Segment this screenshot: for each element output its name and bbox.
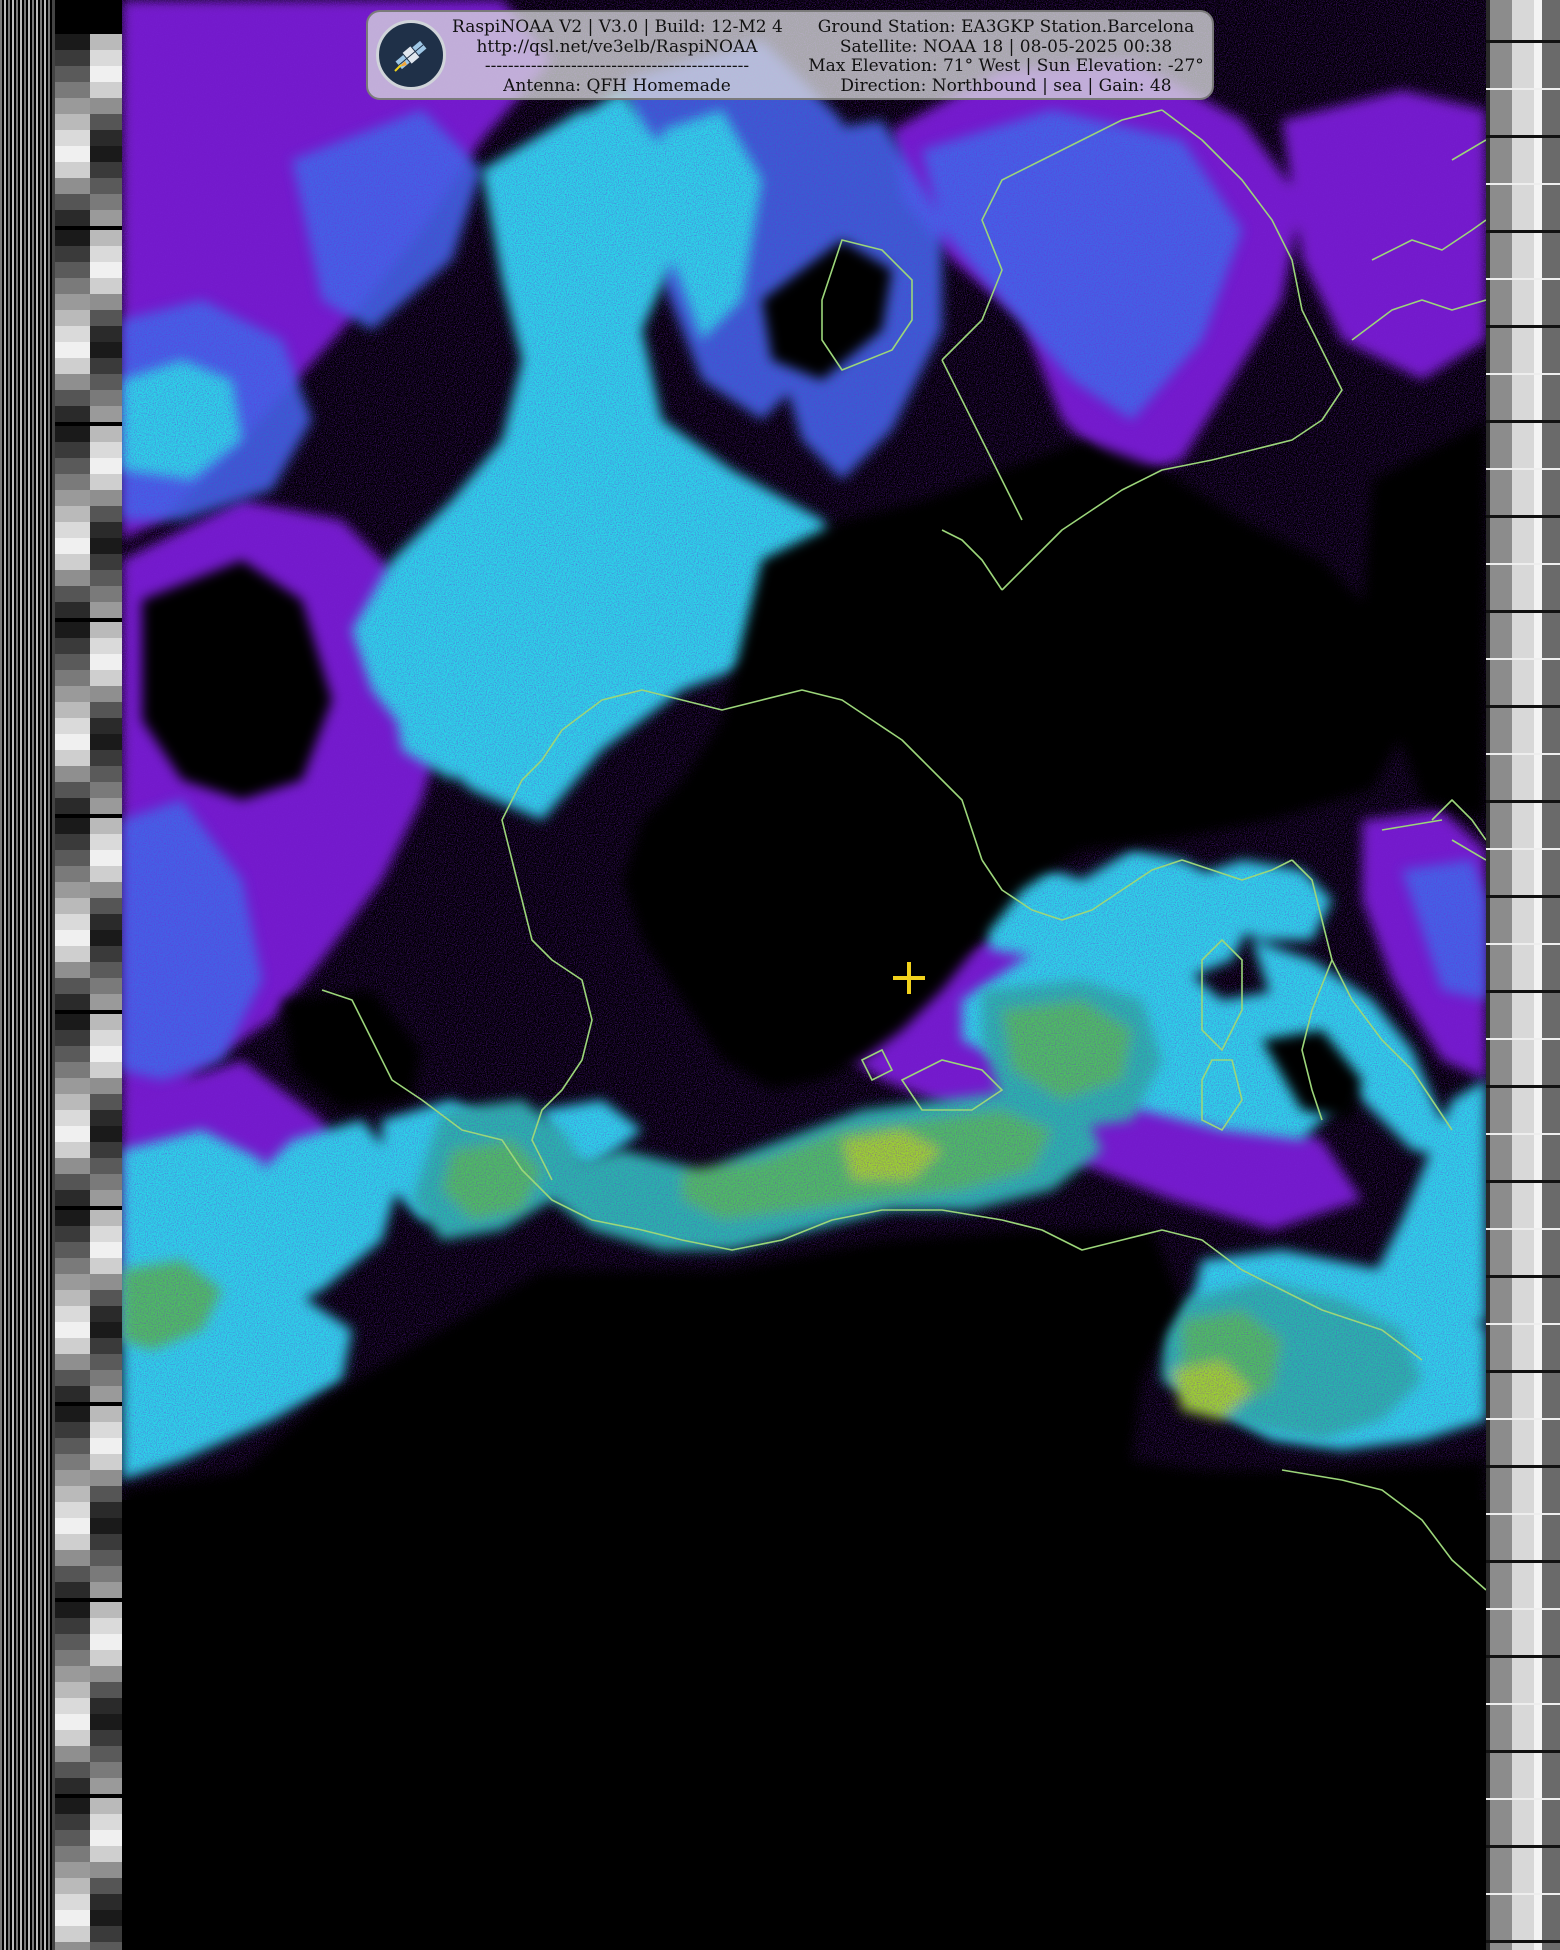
direction-gain: Direction: Northbound | sea | Gain: 48: [840, 75, 1172, 96]
elevation-info: Max Elevation: 71° West | Sun Elevation:…: [808, 56, 1204, 76]
software-info: RaspiNOAA V2 | V3.0 | Build: 12-M2 4 htt…: [452, 17, 783, 96]
telemetry-strip-left: [0, 0, 122, 1950]
antenna-info: Antenna: QFH Homemade: [503, 75, 731, 96]
station-marker: [893, 962, 925, 994]
software-version: RaspiNOAA V2 | V3.0 | Build: 12-M2 4: [452, 17, 783, 37]
project-url: http://qsl.net/ve3elb/RaspiNOAA: [476, 36, 758, 57]
telemetry-strip-right: [1486, 0, 1560, 1950]
pass-info: Ground Station: EA3GKP Station.Barcelona…: [800, 17, 1212, 96]
ground-station: Ground Station: EA3GKP Station.Barcelona: [817, 17, 1195, 37]
satellite-image: RaspiNOAA V2 | V3.0 | Build: 12-M2 4 htt…: [0, 0, 1560, 1950]
raspinoaa-logo: [376, 20, 446, 90]
weather-map: [122, 0, 1486, 1950]
pass-info-panel: RaspiNOAA V2 | V3.0 | Build: 12-M2 4 htt…: [366, 10, 1214, 100]
satellite-and-time: Satellite: NOAA 18 | 08-05-2025 00:38: [839, 36, 1173, 57]
separator-line: ----------------------------------------…: [484, 56, 750, 76]
